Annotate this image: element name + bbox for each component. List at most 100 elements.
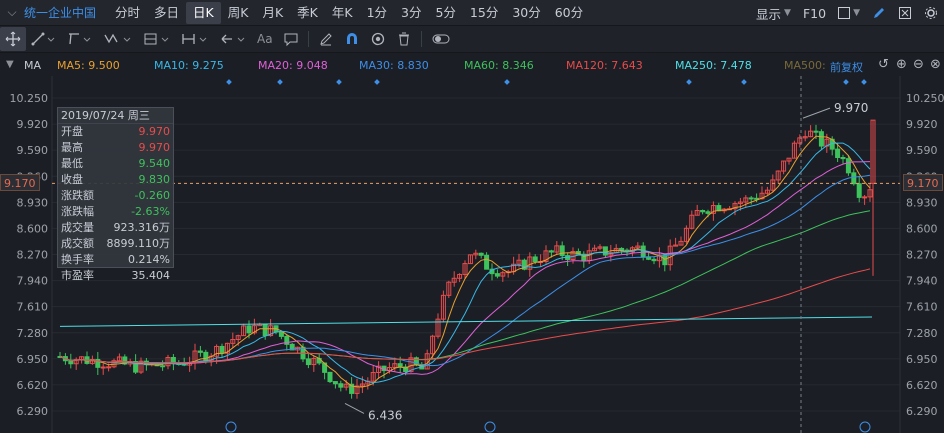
dividend-marker-icon: [504, 79, 510, 85]
y-tick-right: 9.590: [906, 144, 938, 157]
candle-body: [835, 148, 841, 158]
chevron-down-icon[interactable]: ⌵: [0, 0, 24, 26]
info-key: 涨跌额: [61, 189, 94, 202]
info-key: 收盘: [61, 173, 83, 186]
period-tab[interactable]: 年K: [325, 2, 360, 24]
wave-tool-icon[interactable]: [98, 27, 138, 51]
candle-body: [619, 247, 625, 251]
candle-body: [705, 211, 711, 214]
event-marker-icon: [484, 421, 496, 433]
period-tab[interactable]: 15分: [463, 2, 505, 24]
caret-down-icon: ▼: [784, 8, 791, 18]
candle-body: [559, 245, 565, 257]
period-tab[interactable]: 月K: [255, 2, 290, 24]
candle-body: [845, 158, 851, 174]
ma60-value: MA60: 8.346: [464, 59, 534, 72]
undo-icon[interactable]: ↺: [878, 57, 889, 72]
period-tab[interactable]: 多日: [147, 2, 186, 24]
symbol-name[interactable]: 统一企业中国: [24, 4, 108, 21]
y-tick-left: 6.290: [17, 405, 49, 418]
y-tick-right: 8.270: [906, 249, 938, 262]
y-tick-right: 7.610: [906, 301, 938, 314]
period-tab[interactable]: 季K: [290, 2, 325, 24]
period-tab[interactable]: 1分: [360, 2, 394, 24]
f10-button[interactable]: F10: [797, 6, 832, 21]
y-tick-right: 8.930: [906, 196, 938, 209]
toggle-icon[interactable]: [426, 27, 456, 51]
magnet-icon[interactable]: [339, 27, 365, 51]
period-tab[interactable]: 3分: [394, 2, 428, 24]
ma250-line: [59, 316, 873, 327]
crosshair-tool-icon[interactable]: [0, 27, 26, 51]
fibonacci-tool-icon[interactable]: [138, 27, 176, 51]
info-key: 成交额: [61, 237, 94, 250]
edit-icon[interactable]: [313, 27, 339, 51]
period-tab[interactable]: 周K: [221, 2, 256, 24]
info-value: 8899.110万: [106, 237, 171, 250]
pen-icon[interactable]: [866, 6, 892, 20]
eye-icon[interactable]: [365, 27, 391, 51]
low-label-leader: [344, 403, 365, 414]
line-tool-icon[interactable]: [26, 27, 62, 51]
info-row: 成交额 8899.110万: [58, 236, 173, 252]
y-tick-left: 7.280: [17, 327, 49, 340]
y-tick-left: 7.610: [17, 301, 49, 314]
close-icon[interactable]: ⊗: [930, 57, 941, 72]
dividend-marker-icon: [843, 79, 849, 85]
ma120-line: [59, 268, 871, 364]
y-tick-left: 7.940: [17, 275, 49, 288]
trash-icon[interactable]: [391, 27, 417, 51]
collapse-caret-icon[interactable]: ▼: [6, 59, 14, 70]
info-key: 涨跌幅: [61, 205, 94, 218]
candle-body: [818, 131, 824, 147]
remove-drawings-icon[interactable]: [892, 6, 918, 20]
adjust-mode[interactable]: 前复权: [830, 59, 863, 75]
arrow-tool-icon[interactable]: [214, 27, 252, 51]
toolbar-divider: [307, 31, 309, 47]
zoom-in-icon[interactable]: ⊕: [896, 57, 907, 72]
display-menu[interactable]: 显示 ▼: [750, 4, 797, 23]
high-price-label: 9.970: [834, 101, 868, 115]
info-value: 9.540: [138, 157, 171, 170]
info-row: 涨跌额 -0.260: [58, 188, 173, 204]
y-tick-right: 6.950: [906, 353, 938, 366]
period-tab[interactable]: 分时: [108, 2, 147, 24]
layout-menu[interactable]: ▼: [832, 7, 866, 19]
period-tab[interactable]: 30分: [505, 2, 547, 24]
candle-body: [700, 209, 706, 213]
y-tick-right: 8.600: [906, 222, 938, 235]
y-tick-left: 9.920: [17, 118, 49, 131]
period-tab[interactable]: 60分: [548, 2, 590, 24]
info-value: 9.970: [138, 141, 171, 154]
dividend-marker-icon: [374, 79, 380, 85]
settings-icon[interactable]: [918, 6, 944, 20]
candle-body: [327, 371, 333, 383]
range-tool-icon[interactable]: [176, 27, 214, 51]
info-key: 开盘: [61, 125, 83, 138]
ma120-value: MA120: 7.643: [566, 59, 643, 72]
info-key: 成交量: [61, 221, 94, 234]
info-key: 最低: [61, 157, 83, 170]
ma250-value: MA250: 7.478: [675, 59, 752, 72]
comment-tool-icon[interactable]: [278, 27, 304, 51]
display-label: 显示: [756, 6, 782, 22]
info-row: 最低 9.540: [58, 156, 173, 172]
y-tick-left: 8.600: [17, 222, 49, 235]
event-marker-icon: [859, 421, 871, 433]
period-tab[interactable]: 日K: [186, 1, 221, 24]
dividend-marker-icon: [277, 79, 283, 85]
square-icon: [838, 7, 851, 19]
ma-label: MA: [24, 59, 42, 72]
zoom-out-icon[interactable]: ⊖: [913, 57, 924, 72]
candle-body: [68, 360, 74, 365]
channel-tool-icon[interactable]: [62, 27, 98, 51]
period-tab[interactable]: 5分: [428, 2, 462, 24]
dividend-marker-icon: [226, 79, 232, 85]
y-tick-left: 6.950: [17, 353, 49, 366]
ma500-value: MA500:: [784, 59, 826, 72]
candle-body: [246, 325, 252, 334]
candle-body: [219, 345, 225, 354]
candle-body: [813, 130, 819, 133]
text-tool-icon[interactable]: Aa: [252, 27, 278, 51]
info-key: 最高: [61, 141, 83, 154]
